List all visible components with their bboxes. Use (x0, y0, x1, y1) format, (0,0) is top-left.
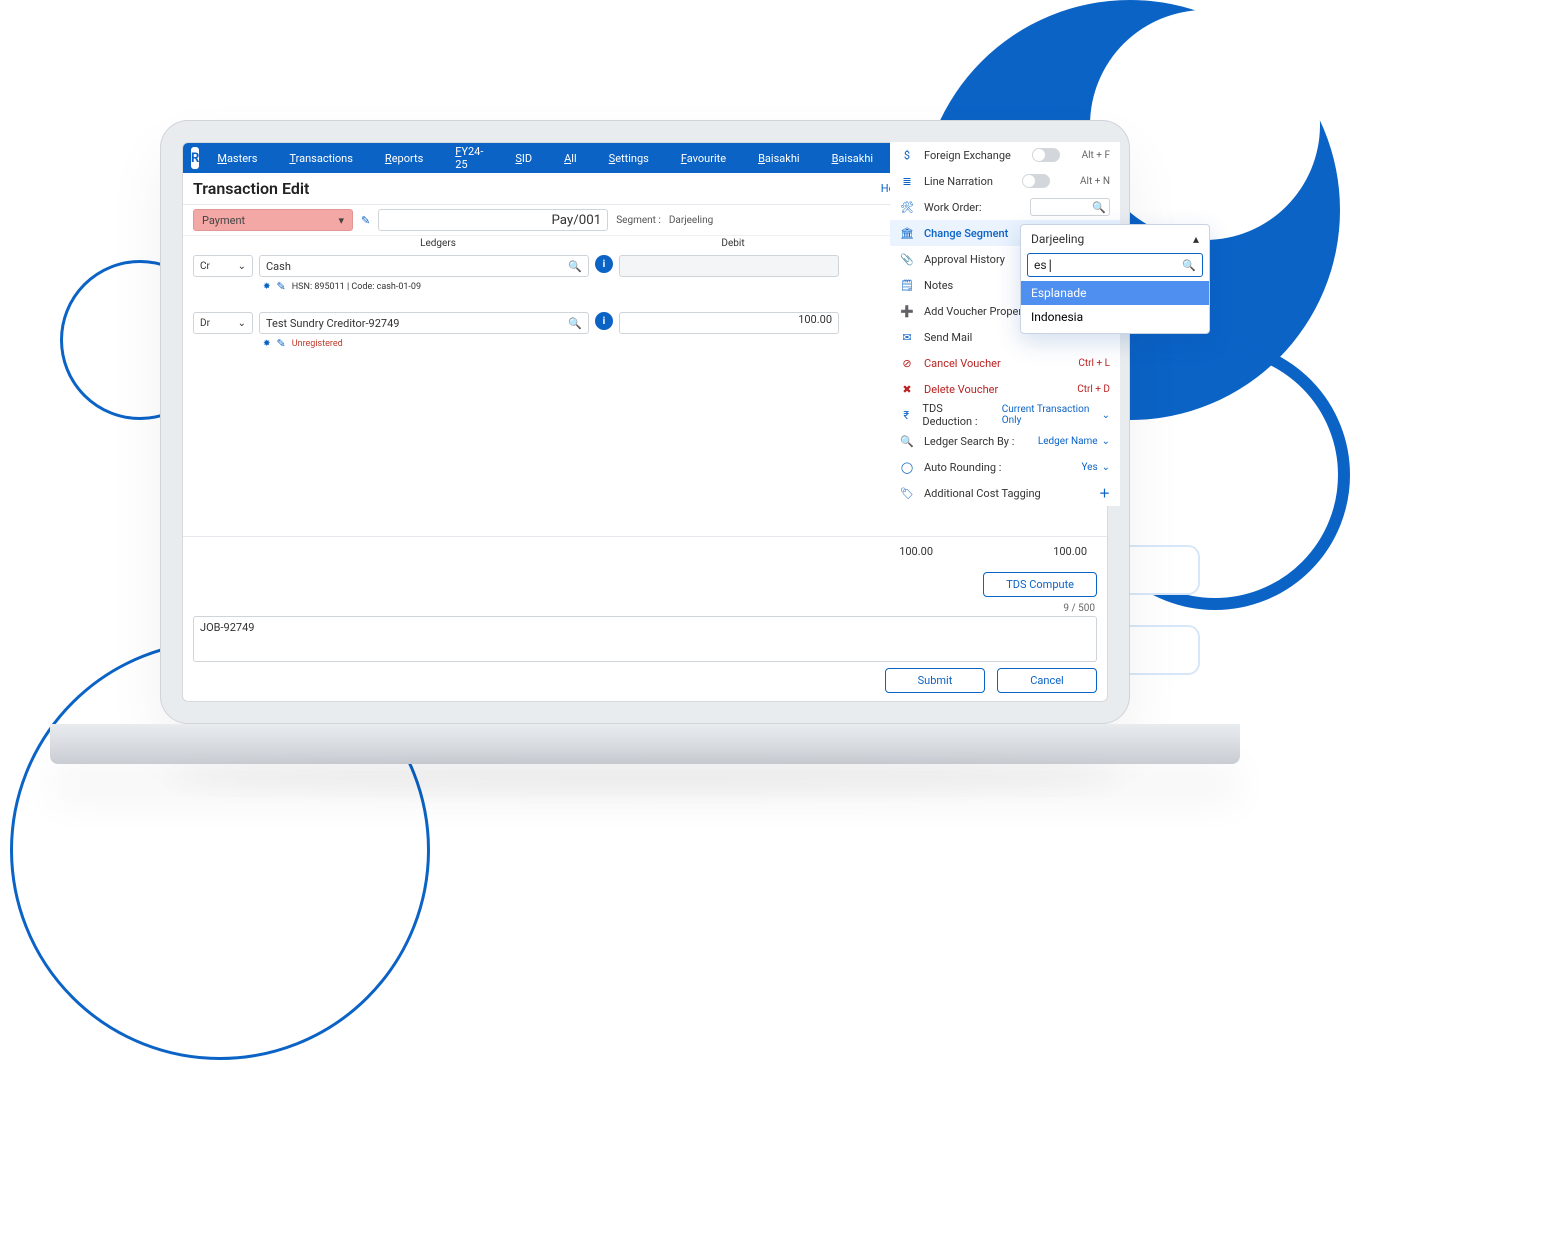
menu-item-fy2425[interactable]: FY24-25 (441, 142, 497, 175)
side-icon: $ (900, 149, 914, 162)
side-icon: 🏛 (900, 227, 914, 240)
menu-item-settings[interactable]: Settings (595, 148, 663, 169)
menu-item-baisakhi[interactable]: Baisakhi (818, 148, 888, 169)
side-icon: ⊘ (900, 357, 914, 370)
menu-item-all[interactable]: All (550, 148, 591, 169)
side-select[interactable]: Yes⌄ (1081, 462, 1110, 473)
toggle[interactable] (1032, 148, 1060, 162)
menu-item-baisakhi[interactable]: Baisakhi (744, 148, 814, 169)
segment-option[interactable]: Indonesia (1021, 305, 1209, 329)
segment-value: Darjeeling (669, 215, 713, 226)
tds-compute-button[interactable]: TDS Compute (983, 572, 1097, 597)
segment-selected[interactable]: Darjeeling ▴ (1021, 225, 1209, 253)
side-icon: ➕ (900, 305, 914, 318)
side-select[interactable]: Ledger Name⌄ (1038, 436, 1110, 447)
laptop-frame: R MastersTransactionsReportsFY24-25SIDAl… (160, 120, 1130, 764)
side-icon: 🏷 (900, 487, 914, 500)
info-icon[interactable]: i (595, 255, 613, 273)
side-item-delete-voucher[interactable]: ✖Delete VoucherCtrl + D (890, 376, 1120, 402)
work-order-search[interactable]: 🔍 (1030, 198, 1110, 216)
total-credit: 100.00 (1053, 545, 1087, 558)
menu-item-transactions[interactable]: Transactions (275, 148, 366, 169)
cancel-button[interactable]: Cancel (997, 668, 1097, 693)
menu-item-reports[interactable]: Reports (371, 148, 437, 169)
edit-voucher-icon[interactable]: ✎ (361, 214, 370, 227)
voucher-number-input[interactable] (378, 209, 608, 231)
segment-option[interactable]: Esplanade (1021, 281, 1209, 305)
toggle[interactable] (1022, 174, 1050, 188)
menu-item-favourite[interactable]: Favourite (667, 148, 740, 169)
ledger-input[interactable]: Cash🔍 (259, 255, 589, 277)
side-item-auto-rounding[interactable]: ◯Auto Rounding :Yes⌄ (890, 454, 1120, 480)
side-icon: ◯ (900, 461, 914, 474)
app-logo[interactable]: R (191, 147, 199, 169)
side-icon: ✖ (900, 383, 914, 396)
row-edit-icon[interactable]: ✎ (277, 280, 286, 293)
side-item-ledger-search-by[interactable]: 🔍Ledger Search By :Ledger Name⌄ (890, 428, 1120, 454)
voucher-type-select[interactable]: Payment ▾ (193, 209, 353, 231)
search-icon: 🔍 (568, 260, 582, 273)
plus-icon[interactable]: ＋ (1099, 485, 1110, 501)
menu-item-sid[interactable]: SID (501, 148, 546, 169)
ledger-input[interactable]: Test Sundry Creditor-92749🔍 (259, 312, 589, 334)
side-icon: ₹ (900, 409, 912, 422)
notes-counter: 9 / 500 (183, 603, 1107, 614)
hsn-text: HSN: 895011 | Code: cash-01-09 (292, 282, 421, 292)
chevron-down-icon: ⌄ (1102, 436, 1110, 447)
side-select[interactable]: Current Transaction Only⌄ (1002, 404, 1110, 426)
laptop-base (50, 724, 1240, 764)
side-icon: ≣ (900, 175, 914, 188)
search-icon: 🔍 (568, 317, 582, 330)
chevron-down-icon: ⌄ (1102, 462, 1110, 473)
side-item-foreign-exchange[interactable]: $Foreign ExchangeAlt + F (890, 142, 1120, 168)
debit-input[interactable] (619, 255, 839, 277)
chevron-down-icon: ⌄ (238, 318, 246, 329)
info-icon[interactable]: i (595, 312, 613, 330)
caret-down-icon: ▾ (338, 214, 344, 227)
side-icon: 🛠 (900, 201, 914, 214)
side-icon: 📎 (900, 253, 914, 266)
row-edit-icon[interactable]: ✎ (277, 337, 286, 350)
side-item-cancel-voucher[interactable]: ⊘Cancel VoucherCtrl + L (890, 350, 1120, 376)
segment-search-input[interactable]: es| 🔍 (1027, 253, 1203, 277)
side-item-line-narration[interactable]: ≣Line NarrationAlt + N (890, 168, 1120, 194)
chevron-down-icon: ⌄ (238, 261, 246, 272)
segment-label: Segment : (616, 215, 661, 226)
caret-up-icon: ▴ (1193, 232, 1199, 246)
page-title: Transaction Edit (193, 179, 309, 198)
chevron-down-icon: ⌄ (1102, 410, 1110, 421)
drcr-select[interactable]: Dr⌄ (193, 312, 253, 334)
side-item-tds-deduction[interactable]: ₹TDS Deduction :Current Transaction Only… (890, 402, 1120, 428)
side-item-additional-cost-tagging[interactable]: 🏷Additional Cost Tagging＋ (890, 480, 1120, 506)
search-icon: 🔍 (1182, 259, 1196, 272)
search-icon: 🔍 (1092, 201, 1106, 214)
registration-status: Unregistered (292, 339, 343, 349)
notes-textarea[interactable]: JOB-92749 (193, 616, 1097, 662)
side-icon: 🔍 (900, 435, 914, 448)
totals-row: 100.00 100.00 (183, 536, 1107, 566)
debit-input[interactable]: 100.00 (619, 312, 839, 334)
segment-dropdown: Darjeeling ▴ es| 🔍 EsplanadeIndonesia (1020, 224, 1210, 334)
menu-item-masters[interactable]: Masters (203, 148, 271, 169)
row-flag-icon[interactable]: ✸ (263, 339, 271, 349)
row-flag-icon[interactable]: ✸ (263, 282, 271, 292)
side-icon: 🗒 (900, 279, 914, 292)
drcr-select[interactable]: Cr⌄ (193, 255, 253, 277)
submit-button[interactable]: Submit (885, 668, 985, 693)
side-item-work-order[interactable]: 🛠Work Order:🔍 (890, 194, 1120, 220)
total-debit: 100.00 (713, 545, 933, 558)
side-icon: ✉ (900, 331, 914, 344)
